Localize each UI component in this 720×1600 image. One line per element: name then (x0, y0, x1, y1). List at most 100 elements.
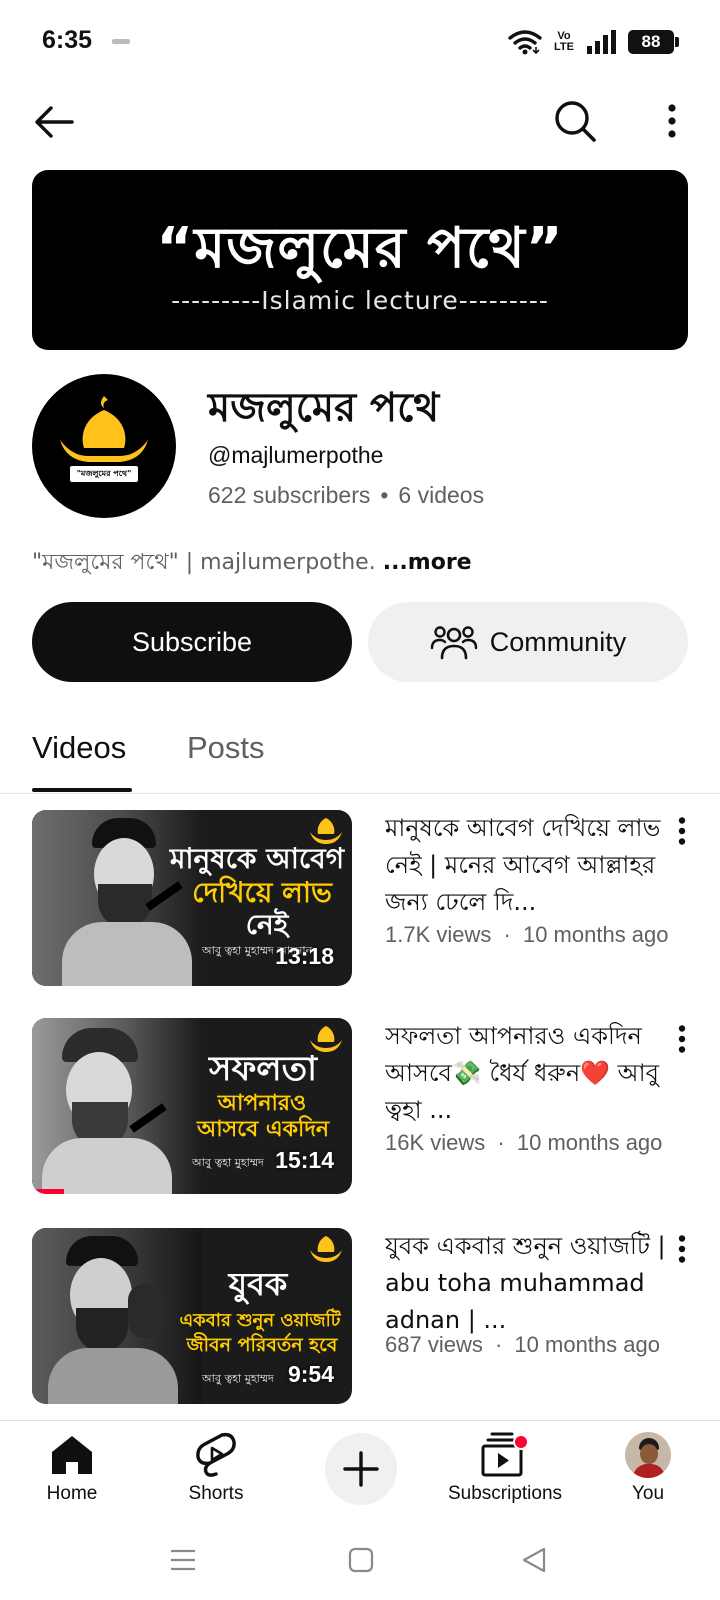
community-people-icon (430, 626, 477, 660)
view-count: 16K views (385, 1130, 486, 1155)
watch-progress-bar (32, 1189, 64, 1194)
channel-handle: @majlumerpothe (208, 442, 384, 468)
subscriber-count: 622 subscribers (208, 482, 371, 508)
notification-icon (112, 39, 130, 44)
channel-watermark-icon (310, 1236, 342, 1262)
bottom-navigation: Home Shorts Subscriptions You (0, 1420, 720, 1520)
video-title[interactable]: মানুষকে আবেগ দেখিয়ে লাভ নেই | মনের আবেগ… (385, 810, 670, 921)
community-label: Community (489, 626, 627, 657)
channel-description[interactable]: "মজলুমের পথে" | majlumerpothe. ...more (32, 545, 472, 582)
video-thumbnail[interactable]: যুবক একবার শুনুন ওয়াজটি জীবন পরিবর্তন হ… (32, 1228, 352, 1404)
status-icons: Vo LTE 88 (508, 28, 679, 56)
back-button[interactable] (30, 98, 78, 146)
video-thumbnail[interactable]: সফলতা আপনারও আসবে একদিন আবু ত্বহা মুহাম্… (32, 1018, 352, 1194)
channel-avatar[interactable]: "মজলুমের পথে" (32, 374, 176, 518)
channel-tabs: Videos Posts (0, 720, 720, 794)
thumbnail-credit: আবু ত্বহা মুহাম্মদ (192, 1156, 264, 1169)
video-title[interactable]: সফলতা আপনারও একদিন আসবে💸 ধৈর্য ধরুন❤️ আব… (385, 1018, 670, 1129)
video-thumbnail[interactable]: মানুষকে আবেগ দেখিয়ে লাভ নেই আবু ত্বহা ম… (32, 810, 352, 986)
search-icon (555, 101, 596, 142)
home-system-button[interactable] (341, 1542, 381, 1578)
home-icon (52, 1436, 92, 1474)
recents-button[interactable] (163, 1542, 203, 1578)
tab-videos[interactable]: Videos (32, 730, 126, 766)
upload-age: 10 months ago (514, 1332, 660, 1357)
thumbnail-speaker-image (32, 810, 202, 986)
active-tab-indicator (32, 788, 132, 792)
meta-separator: · (503, 922, 511, 947)
thumbnail-caption-line3: আসবে একদিন (196, 1117, 330, 1142)
more-vertical-icon (678, 817, 686, 845)
video-more-button[interactable] (670, 1232, 694, 1266)
view-count: 1.7K views (385, 922, 492, 947)
thumbnail-caption-line2: আপনারও (217, 1091, 307, 1116)
thumbnail-caption-line2: একবার শুনুন ওয়াজটি (179, 1310, 341, 1331)
thumbnail-caption-line1: মানুষকে আবেগ (169, 842, 345, 875)
channel-banner: “মজলুমের পথে” ---------Islamic lecture--… (32, 170, 688, 350)
channel-name: মজলুমের পথে (208, 385, 440, 431)
status-bar: 6:35 Vo LTE 88 (0, 0, 720, 80)
video-title[interactable]: যুবক একবার শুনুন ওয়াজটি | abu toha muha… (385, 1228, 670, 1339)
thumbnail-speaker-image (32, 1018, 202, 1194)
volte-line2: LTE (554, 41, 574, 53)
video-meta: 16K views · 10 months ago (385, 1130, 662, 1156)
more-vertical-icon (668, 104, 676, 138)
video-duration: 9:54 (287, 1361, 334, 1387)
signal-icon (587, 30, 616, 54)
subscribe-button[interactable]: Subscribe (32, 602, 352, 682)
nav-subscriptions-label: Subscriptions (447, 1483, 563, 1504)
community-button[interactable]: Community (368, 602, 688, 682)
system-navigation-bar (0, 1520, 720, 1600)
nav-shorts-label: Shorts (188, 1483, 244, 1504)
battery-icon: 88 (628, 30, 679, 54)
video-meta: 1.7K views · 10 months ago (385, 922, 669, 948)
mosque-logo-icon (60, 396, 148, 482)
video-meta: 687 views · 10 months ago (385, 1332, 660, 1358)
square-icon (348, 1547, 374, 1573)
video-count: 6 videos (398, 482, 485, 508)
view-count: 687 views (385, 1332, 483, 1357)
app-bar (0, 88, 720, 154)
video-duration: 15:14 (275, 1147, 334, 1173)
thumbnail-caption-line1: যুবক (228, 1265, 288, 1303)
thumbnail-caption-line3: জীবন পরিবর্তন হবে (186, 1334, 338, 1356)
more-vertical-icon (678, 1025, 686, 1053)
upload-age: 10 months ago (522, 922, 669, 947)
nav-home-label: Home (46, 1483, 98, 1504)
description-text: "মজলুমের পথে" | majlumerpothe. (32, 550, 376, 575)
meta-separator: · (494, 1332, 503, 1357)
video-more-button[interactable] (670, 814, 694, 848)
create-button[interactable] (325, 1433, 397, 1505)
video-item[interactable]: যুবক একবার শুনুন ওয়াজটি জীবন পরিবর্তন হ… (0, 1228, 720, 1406)
nav-you[interactable]: You (578, 1427, 718, 1515)
tab-posts[interactable]: Posts (187, 730, 265, 766)
video-more-button[interactable] (670, 1022, 694, 1056)
arrow-left-icon (35, 106, 74, 138)
nav-you-label: You (631, 1483, 665, 1504)
meta-separator: · (497, 1130, 505, 1155)
video-item[interactable]: সফলতা আপনারও আসবে একদিন আবু ত্বহা মুহাম্… (0, 1018, 720, 1196)
video-item[interactable]: মানুষকে আবেগ দেখিয়ে লাভ নেই আবু ত্বহা ম… (0, 810, 720, 988)
wifi-icon (508, 30, 542, 55)
nav-shorts[interactable]: Shorts (146, 1427, 286, 1515)
nav-home[interactable]: Home (2, 1427, 142, 1515)
banner-title: “মজলুমের পথে” (156, 216, 564, 281)
more-vertical-icon (678, 1235, 686, 1263)
subscriptions-icon (481, 1432, 529, 1477)
upload-age: 10 months ago (516, 1130, 663, 1155)
triangle-back-icon (522, 1547, 546, 1573)
video-duration: 13:18 (275, 943, 334, 969)
thumbnail-caption-line3: নেই (245, 908, 289, 941)
channel-stats: 622 subscribers • 6 videos (208, 482, 484, 509)
nav-subscriptions[interactable]: Subscriptions (435, 1427, 575, 1515)
back-system-button[interactable] (514, 1542, 554, 1578)
thumbnail-caption-line2: দেখিয়ে লাভ (192, 876, 332, 909)
description-more-link[interactable]: ...more (383, 550, 472, 575)
shorts-icon (196, 1432, 236, 1477)
more-options-button[interactable] (650, 96, 694, 146)
stats-separator: • (380, 482, 389, 508)
search-button[interactable] (550, 96, 600, 146)
thumbnail-credit: আবু ত্বহা মুহাম্মদ (202, 1372, 274, 1385)
banner-subtitle: ---------Islamic lecture--------- (171, 286, 549, 315)
status-time: 6:35 (42, 26, 93, 54)
